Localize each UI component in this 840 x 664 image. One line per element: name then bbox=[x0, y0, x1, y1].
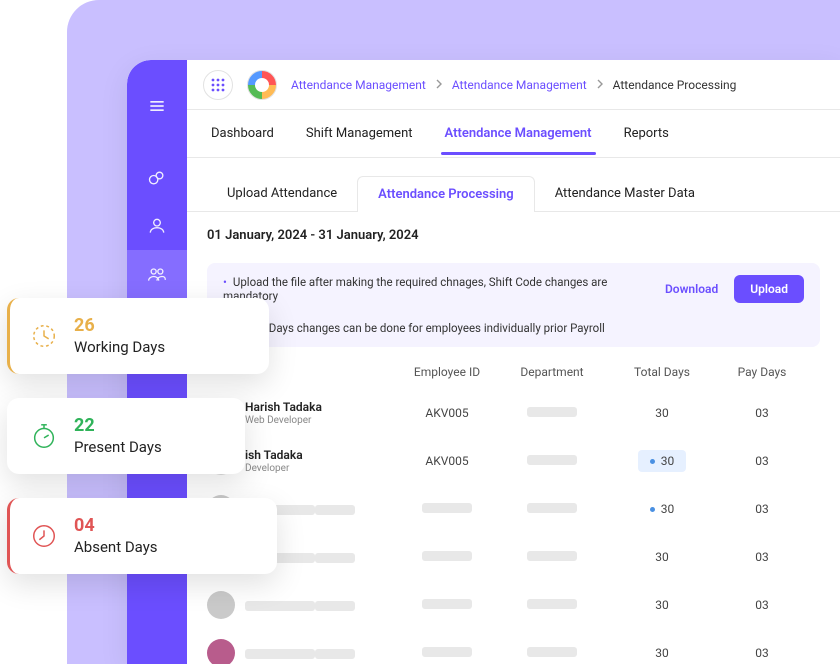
tab-dashboard[interactable]: Dashboard bbox=[207, 126, 278, 153]
col-employee-id: Employee ID bbox=[397, 365, 497, 379]
stat-working-value: 26 bbox=[74, 316, 165, 336]
stat-card-absent: 04 Absent Days bbox=[7, 498, 277, 574]
pay-days-cell: 03 bbox=[717, 598, 807, 612]
employee-title: Web Developer bbox=[245, 415, 322, 426]
stat-absent-label: Absent Days bbox=[74, 538, 158, 556]
table-body: Harish TadakaWeb DeveloperAKV0053003ish … bbox=[187, 389, 840, 664]
menu-toggle[interactable] bbox=[127, 82, 187, 130]
tab-reports[interactable]: Reports bbox=[620, 126, 673, 153]
sidebar-item-user[interactable] bbox=[127, 202, 187, 250]
stat-card-present: 22 Present Days bbox=[7, 398, 245, 474]
tab-shift[interactable]: Shift Management bbox=[302, 126, 417, 153]
pay-days-cell: 03 bbox=[717, 454, 807, 468]
info-bar: •Upload the file after making the requir… bbox=[207, 263, 820, 315]
breadcrumb-item-1[interactable]: Attendance Management bbox=[291, 78, 426, 92]
subtab-upload[interactable]: Upload Attendance bbox=[207, 176, 357, 212]
tab-attendance[interactable]: Attendance Management bbox=[441, 126, 596, 153]
module-tabs: Dashboard Shift Management Attendance Ma… bbox=[187, 110, 840, 158]
subtab-processing[interactable]: Attendance Processing bbox=[357, 176, 535, 212]
chevron-right-icon bbox=[597, 78, 603, 92]
subtab-master[interactable]: Attendance Master Data bbox=[535, 176, 715, 212]
topbar: Attendance Management Attendance Managem… bbox=[187, 60, 840, 110]
placeholder bbox=[315, 553, 355, 563]
department-cell bbox=[497, 598, 607, 612]
stat-present-label: Present Days bbox=[74, 438, 162, 456]
col-department: Department bbox=[497, 365, 607, 379]
employee-id-cell bbox=[397, 550, 497, 564]
table-row[interactable]: 3003 bbox=[187, 581, 840, 629]
breadcrumb-item-3: Attendance Processing bbox=[613, 78, 737, 92]
employee-title: Developer bbox=[245, 463, 303, 474]
placeholder bbox=[245, 649, 315, 659]
col-pay-days: Pay Days bbox=[717, 365, 807, 379]
total-days-cell: 30 bbox=[607, 450, 717, 472]
department-cell bbox=[497, 502, 607, 516]
placeholder bbox=[315, 505, 355, 515]
employee-id-cell bbox=[397, 502, 497, 516]
employee-id-cell bbox=[397, 646, 497, 660]
clock-icon bbox=[30, 322, 58, 350]
avatar bbox=[207, 639, 235, 664]
department-cell bbox=[497, 454, 607, 468]
department-cell bbox=[497, 406, 607, 420]
stat-present-value: 22 bbox=[74, 416, 162, 436]
sidebar-item-finance[interactable] bbox=[127, 154, 187, 202]
table-row[interactable]: ish TadakaDeveloper AKV005 3003 bbox=[187, 437, 840, 485]
pay-days-cell: 03 bbox=[717, 406, 807, 420]
info-text-1: •Upload the file after making the requir… bbox=[223, 275, 649, 303]
placeholder bbox=[315, 649, 355, 659]
sidebar-item-team[interactable] bbox=[127, 250, 187, 298]
clock-alert-icon bbox=[30, 522, 58, 550]
pay-days-cell: 03 bbox=[717, 502, 807, 516]
download-link[interactable]: Download bbox=[665, 282, 718, 296]
table-row[interactable]: 3003 bbox=[187, 485, 840, 533]
total-days-cell: 30 bbox=[607, 402, 717, 424]
org-logo[interactable] bbox=[247, 70, 277, 100]
table-row[interactable]: 3003 bbox=[187, 533, 840, 581]
placeholder bbox=[245, 601, 315, 611]
total-days-cell: 30 bbox=[607, 594, 717, 616]
apps-grid-icon[interactable] bbox=[203, 70, 233, 100]
employee-id-cell: AKV005 bbox=[397, 454, 497, 468]
pay-days-cell: 03 bbox=[717, 550, 807, 564]
placeholder bbox=[315, 601, 355, 611]
stat-working-label: Working Days bbox=[74, 338, 165, 356]
employee-id-cell bbox=[397, 598, 497, 612]
col-total-days: Total Days bbox=[607, 365, 717, 379]
department-cell bbox=[497, 646, 607, 660]
department-cell bbox=[497, 550, 607, 564]
pay-days-cell: 03 bbox=[717, 646, 807, 660]
upload-button[interactable]: Upload bbox=[734, 275, 804, 303]
employee-name: Harish Tadaka bbox=[245, 400, 322, 414]
breadcrumb: Attendance Management Attendance Managem… bbox=[291, 78, 736, 92]
table-row[interactable]: Harish TadakaWeb Developer AKV005 3003 bbox=[187, 389, 840, 437]
total-days-cell: 30 bbox=[607, 498, 717, 520]
breadcrumb-item-2[interactable]: Attendance Management bbox=[452, 78, 587, 92]
content-area: Upload Attendance Attendance Processing … bbox=[187, 158, 840, 664]
stat-absent-value: 04 bbox=[74, 516, 158, 536]
table-header: Employee ID Department Total Days Pay Da… bbox=[187, 347, 840, 389]
table-row[interactable]: 3003 bbox=[187, 629, 840, 664]
stat-card-working: 26 Working Days bbox=[7, 298, 269, 374]
employee-name: ish Tadaka bbox=[245, 448, 303, 462]
subtab-row: Upload Attendance Attendance Processing … bbox=[187, 158, 840, 212]
date-range[interactable]: 01 January, 2024 - 31 January, 2024 bbox=[187, 211, 840, 255]
info-text-2: and LOP Days changes can be done for emp… bbox=[207, 315, 820, 347]
stopwatch-icon bbox=[30, 422, 58, 450]
avatar bbox=[207, 591, 235, 619]
chevron-right-icon bbox=[436, 78, 442, 92]
total-days-cell: 30 bbox=[607, 546, 717, 568]
total-days-cell: 30 bbox=[607, 642, 717, 664]
employee-id-cell: AKV005 bbox=[397, 406, 497, 420]
